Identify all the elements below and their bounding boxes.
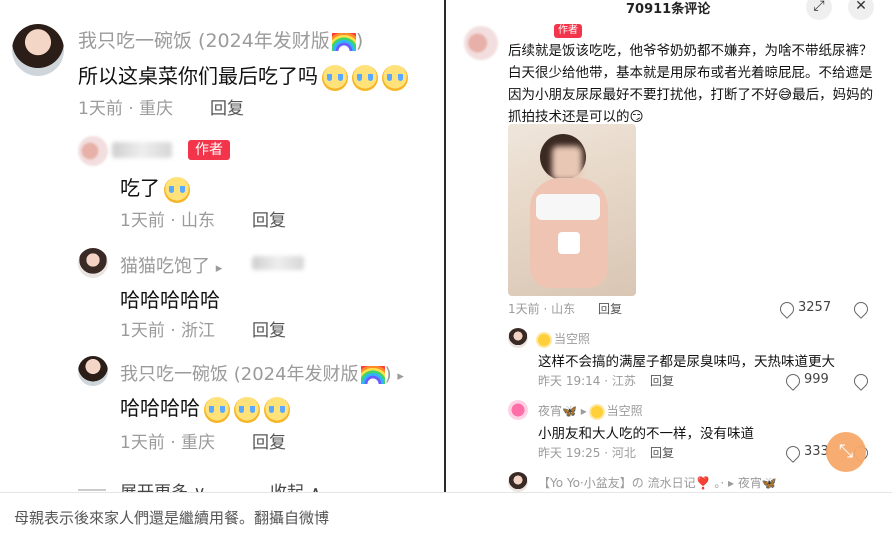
image-caption: 母親表示後來家人們還是繼續用餐。翻攝自微博 bbox=[0, 492, 892, 547]
sun-icon bbox=[538, 333, 550, 346]
collapse-button[interactable]: 收起 ∧ bbox=[270, 478, 322, 492]
rainbow-emoji-icon bbox=[331, 32, 356, 51]
reply-button[interactable]: 回复 bbox=[598, 300, 622, 317]
comment-meta: 1天前 · 重庆 bbox=[120, 433, 216, 453]
photo-sticker bbox=[558, 232, 580, 254]
close-icon[interactable]: ✕ bbox=[848, 0, 874, 20]
crying-laughing-emoji-icon bbox=[264, 396, 290, 423]
rainbow-emoji-icon bbox=[360, 366, 385, 384]
user-avatar[interactable] bbox=[508, 400, 528, 420]
reply-meta: 昨天 19:25 · 河北 bbox=[538, 446, 636, 460]
comment-text: 哈哈哈哈 bbox=[120, 392, 290, 423]
crying-laughing-emoji-icon bbox=[204, 396, 230, 423]
photo-cloth bbox=[536, 194, 600, 220]
reply-username[interactable]: 【Yo Yo·小盆友】の 流水日记❣️ 。· ▸ 夜宵🦋 bbox=[538, 474, 777, 491]
author-badge: 作者 bbox=[554, 24, 582, 38]
like-count: 3257 bbox=[798, 300, 832, 315]
crying-laughing-emoji-icon bbox=[382, 64, 408, 91]
user-avatar[interactable] bbox=[508, 328, 528, 348]
user-avatar[interactable] bbox=[78, 248, 108, 278]
expand-more-button[interactable]: 展开更多 ∨ bbox=[120, 478, 206, 492]
post-meta: 1天前 · 山东 bbox=[508, 302, 576, 316]
heart-icon[interactable] bbox=[783, 443, 803, 463]
author-avatar[interactable] bbox=[78, 136, 108, 166]
post-photo[interactable] bbox=[508, 124, 636, 296]
reply-meta: 昨天 19:14 · 江苏 bbox=[538, 374, 636, 388]
blurred-username bbox=[112, 142, 172, 158]
reply-button[interactable]: 回复 bbox=[210, 94, 244, 119]
comment-meta: 1天前 · 重庆 bbox=[78, 99, 174, 119]
reply-arrow-icon: ▸ bbox=[580, 404, 587, 418]
comment-meta: 1天前 · 浙江 bbox=[120, 321, 216, 341]
crying-laughing-emoji-icon bbox=[164, 176, 190, 203]
left-screenshot-panel: 我只吃一碗饭 (2024年发财版) 所以这桌菜你们最后吃了吗 1天前 · 重庆 … bbox=[0, 0, 444, 492]
comment-text: 吃了 bbox=[120, 172, 190, 203]
reply-button[interactable]: 回复 bbox=[650, 444, 674, 461]
reply-text: 小朋友和大人吃的不一样，没有味道 bbox=[538, 426, 754, 442]
photo-blurred-face bbox=[552, 146, 582, 180]
author-badge: 作者 bbox=[188, 140, 230, 160]
expand-arrows-icon[interactable]: ⤡ bbox=[826, 432, 866, 472]
heart-icon[interactable] bbox=[777, 299, 797, 319]
reply-button[interactable]: 回复 bbox=[650, 372, 674, 389]
heart-icon[interactable] bbox=[783, 371, 803, 391]
crying-laughing-emoji-icon bbox=[234, 396, 260, 423]
reply-button[interactable]: 回复 bbox=[252, 316, 286, 341]
reply-button[interactable]: 回复 bbox=[252, 206, 286, 231]
caption-text: 母親表示後來家人們還是繼續用餐。翻攝自微博 bbox=[14, 509, 330, 527]
reply-username[interactable]: 当空照 bbox=[538, 330, 590, 347]
chevron-down-icon: ∨ bbox=[193, 483, 205, 492]
comment-text: 哈哈哈哈哈 bbox=[120, 288, 220, 312]
blurred-username bbox=[252, 256, 304, 270]
reply-arrow-icon: ▸ bbox=[215, 261, 223, 276]
comment-username[interactable]: 我只吃一碗饭 (2024年发财版) ▸ bbox=[120, 360, 404, 386]
sun-icon bbox=[590, 405, 603, 418]
reply-text: 这样不会搞的满屋子都是尿臭味吗，天热味道更大 bbox=[538, 354, 835, 370]
reply-username[interactable]: 夜宵🦋 ▸ 当空照 bbox=[538, 402, 643, 419]
reply-arrow-icon: ▸ bbox=[397, 369, 404, 384]
user-avatar[interactable] bbox=[78, 356, 108, 386]
reply-arrow-icon: ▸ bbox=[728, 476, 735, 490]
divider-line bbox=[78, 489, 106, 491]
expand-icon[interactable]: ⤢ bbox=[806, 0, 832, 20]
like-count: 999 bbox=[804, 372, 829, 387]
comment-username[interactable]: 我只吃一碗饭 (2024年发财版) bbox=[78, 26, 363, 53]
chevron-up-icon: ∧ bbox=[309, 483, 321, 492]
user-avatar[interactable] bbox=[508, 472, 528, 492]
comment-meta: 1天前 · 山东 bbox=[120, 211, 216, 231]
comment-text: 所以这桌菜你们最后吃了吗 bbox=[78, 60, 408, 91]
comment-username[interactable]: 猫猫吃饱了 ▸ bbox=[120, 252, 222, 278]
dislike-icon[interactable] bbox=[851, 371, 871, 391]
right-screenshot-panel: 70911条评论 ⤢ ✕ 作者 后续就是饭该吃吃，他爷爷奶奶都不嫌弃，为啥不带纸… bbox=[446, 0, 892, 492]
dislike-icon[interactable] bbox=[851, 299, 871, 319]
comment-count-title: 70911条评论 bbox=[626, 2, 711, 17]
author-avatar[interactable] bbox=[464, 26, 498, 60]
user-avatar[interactable] bbox=[12, 24, 64, 76]
reply-button[interactable]: 回复 bbox=[252, 428, 286, 453]
post-text: 后续就是饭该吃吃，他爷爷奶奶都不嫌弃，为啥不带纸尿裤？白天很少给他带，基本就是用… bbox=[508, 43, 874, 125]
crying-laughing-emoji-icon bbox=[322, 64, 348, 91]
crying-laughing-emoji-icon bbox=[352, 64, 378, 91]
